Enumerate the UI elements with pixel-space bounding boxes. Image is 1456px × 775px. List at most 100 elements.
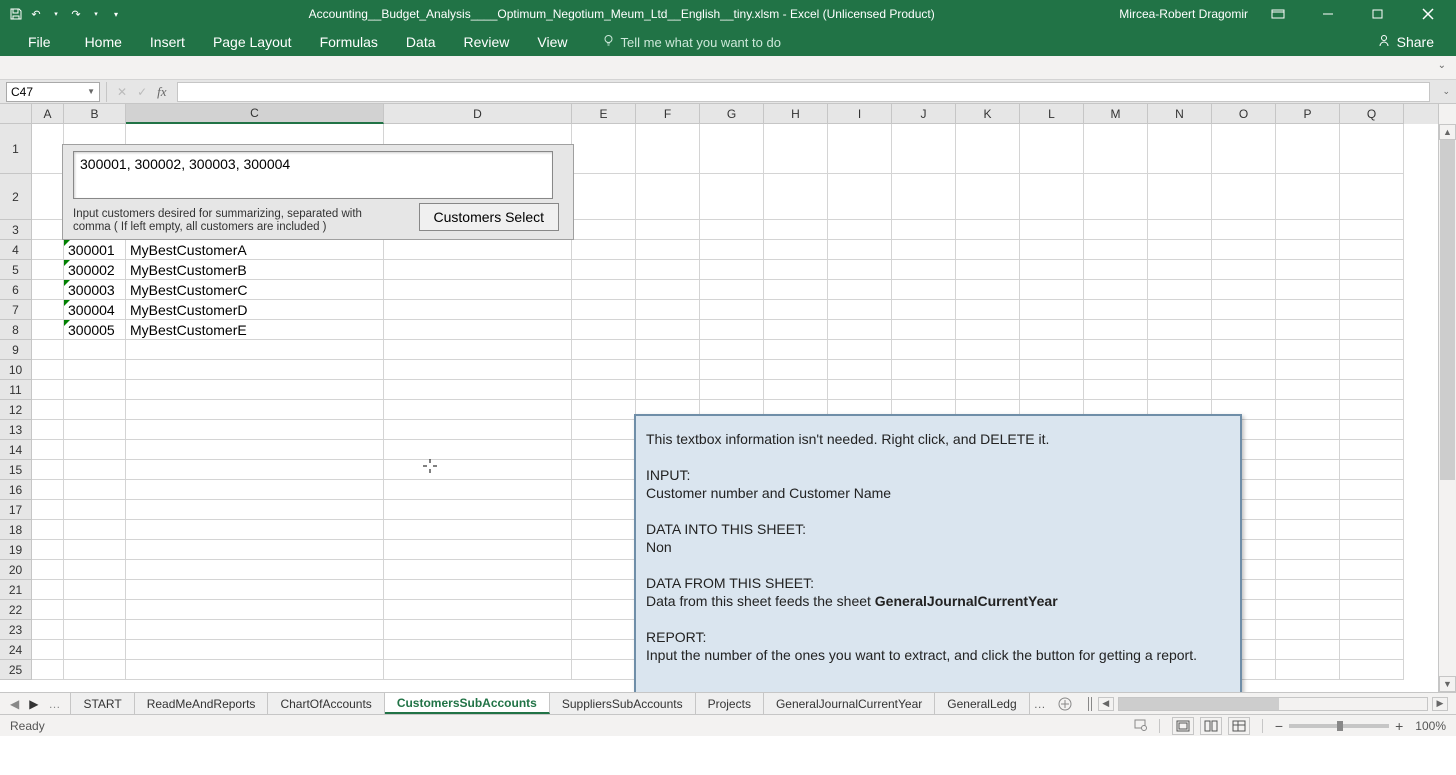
cell[interactable] xyxy=(1276,174,1340,220)
cell[interactable] xyxy=(32,500,64,520)
cell[interactable] xyxy=(1340,440,1404,460)
cell[interactable] xyxy=(32,540,64,560)
cell[interactable] xyxy=(384,520,572,540)
row-header[interactable]: 15 xyxy=(0,460,32,480)
sheet-tab-generalledg[interactable]: GeneralLedg xyxy=(935,693,1029,714)
row-header[interactable]: 13 xyxy=(0,420,32,440)
cell[interactable] xyxy=(636,220,700,240)
cell[interactable] xyxy=(126,480,384,500)
cell[interactable] xyxy=(700,380,764,400)
cell[interactable] xyxy=(1340,124,1404,174)
cell[interactable] xyxy=(384,640,572,660)
cell[interactable] xyxy=(892,260,956,280)
cell[interactable] xyxy=(126,380,384,400)
cell[interactable] xyxy=(700,240,764,260)
cell[interactable] xyxy=(32,174,64,220)
cell[interactable] xyxy=(700,174,764,220)
cell[interactable] xyxy=(956,220,1020,240)
cell[interactable] xyxy=(64,560,126,580)
cell[interactable] xyxy=(126,580,384,600)
cell[interactable] xyxy=(572,480,636,500)
cell[interactable] xyxy=(1148,380,1212,400)
sheet-tab-projects[interactable]: Projects xyxy=(696,693,764,714)
tab-insert[interactable]: Insert xyxy=(136,28,199,56)
cell[interactable] xyxy=(572,124,636,174)
cell[interactable]: 300005 xyxy=(64,320,126,340)
cell[interactable] xyxy=(1084,340,1148,360)
cell[interactable] xyxy=(64,420,126,440)
cell[interactable] xyxy=(636,340,700,360)
cell[interactable] xyxy=(1340,500,1404,520)
cell[interactable] xyxy=(64,520,126,540)
cell[interactable]: 300001 xyxy=(64,240,126,260)
cell[interactable] xyxy=(64,580,126,600)
column-header-b[interactable]: B xyxy=(64,104,126,124)
cell[interactable] xyxy=(828,360,892,380)
cell[interactable] xyxy=(956,380,1020,400)
cell[interactable] xyxy=(1340,460,1404,480)
cell[interactable] xyxy=(64,460,126,480)
cell[interactable] xyxy=(64,340,126,360)
cell[interactable] xyxy=(956,260,1020,280)
cell[interactable] xyxy=(1212,380,1276,400)
cancel-formula-icon[interactable]: ✕ xyxy=(117,85,127,99)
cell[interactable]: MyBestCustomerE xyxy=(126,320,384,340)
cell[interactable] xyxy=(384,360,572,380)
cell[interactable] xyxy=(892,340,956,360)
row-header[interactable]: 9 xyxy=(0,340,32,360)
ribbon-display-icon[interactable] xyxy=(1258,0,1298,28)
cell[interactable] xyxy=(1084,380,1148,400)
cell[interactable]: MyBestCustomerB xyxy=(126,260,384,280)
cell[interactable] xyxy=(1084,300,1148,320)
cell[interactable] xyxy=(1276,520,1340,540)
cell[interactable] xyxy=(572,520,636,540)
cell[interactable]: 300003 xyxy=(64,280,126,300)
cell[interactable]: 300002 xyxy=(64,260,126,280)
cell[interactable] xyxy=(32,300,64,320)
row-header[interactable]: 20 xyxy=(0,560,32,580)
customers-select-button[interactable]: Customers Select xyxy=(419,203,559,231)
cell[interactable] xyxy=(384,620,572,640)
cell[interactable] xyxy=(1340,520,1404,540)
cell[interactable] xyxy=(1276,580,1340,600)
tab-view[interactable]: View xyxy=(523,28,581,56)
cell[interactable] xyxy=(384,400,572,420)
zoom-value[interactable]: 100% xyxy=(1415,719,1446,733)
tab-page-layout[interactable]: Page Layout xyxy=(199,28,306,56)
cell[interactable] xyxy=(32,124,64,174)
cell[interactable] xyxy=(572,500,636,520)
cell[interactable] xyxy=(1276,540,1340,560)
row-header[interactable]: 14 xyxy=(0,440,32,460)
cell[interactable] xyxy=(384,540,572,560)
cell[interactable] xyxy=(700,124,764,174)
cell[interactable] xyxy=(1340,620,1404,640)
cell[interactable] xyxy=(384,240,572,260)
cell[interactable] xyxy=(126,600,384,620)
cell[interactable] xyxy=(700,360,764,380)
zoom-in-button[interactable]: + xyxy=(1395,718,1403,734)
cell[interactable] xyxy=(32,360,64,380)
cell[interactable] xyxy=(1276,300,1340,320)
cell[interactable] xyxy=(1276,380,1340,400)
row-header[interactable]: 23 xyxy=(0,620,32,640)
cell[interactable] xyxy=(32,260,64,280)
formula-expand-icon[interactable]: ⌄ xyxy=(1436,86,1456,97)
cell[interactable] xyxy=(126,440,384,460)
cell[interactable] xyxy=(1084,360,1148,380)
row-header[interactable]: 4 xyxy=(0,240,32,260)
column-header-i[interactable]: I xyxy=(828,104,892,124)
column-header-a[interactable]: A xyxy=(32,104,64,124)
cell[interactable] xyxy=(1340,340,1404,360)
cell[interactable] xyxy=(764,240,828,260)
cell[interactable] xyxy=(572,660,636,680)
cell[interactable] xyxy=(64,640,126,660)
sheet-tab-customerssubaccounts[interactable]: CustomersSubAccounts xyxy=(385,693,550,714)
cell[interactable] xyxy=(956,340,1020,360)
column-header-p[interactable]: P xyxy=(1276,104,1340,124)
cell[interactable] xyxy=(384,340,572,360)
cell[interactable] xyxy=(1340,660,1404,680)
sheet-nav-more-icon[interactable]: … xyxy=(48,697,60,711)
column-header-m[interactable]: M xyxy=(1084,104,1148,124)
cell[interactable] xyxy=(572,220,636,240)
cell[interactable] xyxy=(384,320,572,340)
